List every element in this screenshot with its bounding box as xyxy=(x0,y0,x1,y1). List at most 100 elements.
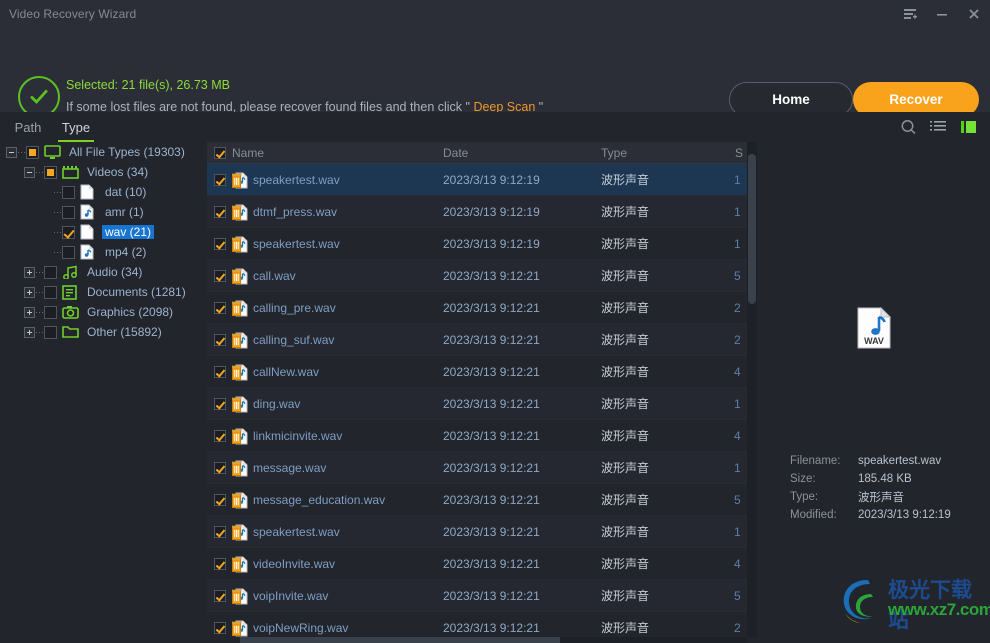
tree-item-label: dat (10) xyxy=(102,185,149,199)
column-header-type[interactable]: Type xyxy=(601,146,627,160)
file-name: dtmf_press.wav xyxy=(253,205,337,219)
file-date: 2023/3/13 9:12:21 xyxy=(443,557,540,571)
file-row-checkbox[interactable] xyxy=(214,270,226,282)
wav-file-icon xyxy=(232,364,248,381)
file-type: 波形声音 xyxy=(601,491,649,508)
file-row-checkbox[interactable] xyxy=(214,622,226,634)
file-row[interactable]: speakertest.wav2023/3/13 9:12:19波形声音1 xyxy=(207,164,757,196)
tree-expander-collapse-icon[interactable] xyxy=(24,167,35,178)
tree-item-label: Documents (1281) xyxy=(84,285,189,299)
tree-item-checkbox[interactable] xyxy=(44,306,57,319)
tree-expander-expand-icon[interactable] xyxy=(24,267,35,278)
tree-item-checkbox[interactable] xyxy=(62,206,75,219)
file-type: 波形声音 xyxy=(601,267,649,284)
tree-item-amr[interactable]: ⋯amr (1) xyxy=(0,202,207,222)
tree-item-other[interactable]: ⋯Other (15892) xyxy=(0,322,207,342)
file-row[interactable]: calling_suf.wav2023/3/13 9:12:21波形声音2 xyxy=(207,324,757,356)
file-date: 2023/3/13 9:12:21 xyxy=(443,301,540,315)
search-icon[interactable] xyxy=(894,114,922,140)
meta-row-filename: Filename: speakertest.wav xyxy=(790,452,951,470)
tab-type[interactable]: Type xyxy=(56,112,96,142)
file-row[interactable]: speakertest.wav2023/3/13 9:12:19波形声音1 xyxy=(207,228,757,260)
file-date: 2023/3/13 9:12:21 xyxy=(443,269,540,283)
file-row-checkbox[interactable] xyxy=(214,494,226,506)
column-header-size[interactable]: S xyxy=(735,146,745,160)
file-row-checkbox[interactable] xyxy=(214,334,226,346)
tree-item-checkbox[interactable] xyxy=(44,326,57,339)
tree-expander-collapse-icon[interactable] xyxy=(6,147,17,158)
tree-expander-expand-icon[interactable] xyxy=(24,287,35,298)
close-icon[interactable] xyxy=(958,0,990,28)
file-row-checkbox[interactable] xyxy=(214,430,226,442)
file-row[interactable]: linkmicinvite.wav2023/3/13 9:12:21波形声音4 xyxy=(207,420,757,452)
file-row-checkbox[interactable] xyxy=(214,462,226,474)
vertical-scrollbar-thumb[interactable] xyxy=(748,154,756,304)
file-row[interactable]: ding.wav2023/3/13 9:12:21波形声音1 xyxy=(207,388,757,420)
tree-item-checkbox[interactable] xyxy=(44,266,57,279)
list-view-icon[interactable] xyxy=(924,114,952,140)
file-row-checkbox[interactable] xyxy=(214,558,226,570)
tree-item-checkbox[interactable] xyxy=(44,166,57,179)
file-row-checkbox[interactable] xyxy=(214,174,226,186)
horizontal-scrollbar-thumb[interactable] xyxy=(240,637,560,643)
tree-item-wav[interactable]: ⋯wav (21) xyxy=(0,222,207,242)
tree-expander-expand-icon[interactable] xyxy=(24,307,35,318)
tree-item-dat[interactable]: ⋯dat (10) xyxy=(0,182,207,202)
tree-item-checkbox[interactable] xyxy=(44,286,57,299)
vertical-scrollbar[interactable] xyxy=(747,142,757,637)
file-row-checkbox[interactable] xyxy=(214,590,226,602)
horizontal-scrollbar[interactable] xyxy=(240,637,747,643)
select-all-checkbox[interactable] xyxy=(214,147,226,159)
tree-connector: ⋯ xyxy=(17,147,26,158)
tree-item-mp4[interactable]: ⋯mp4 (2) xyxy=(0,242,207,262)
file-row[interactable]: calling_pre.wav2023/3/13 9:12:21波形声音2 xyxy=(207,292,757,324)
title-bar: Video Recovery Wizard xyxy=(0,0,990,28)
file-row-checkbox[interactable] xyxy=(214,366,226,378)
tree-expander-expand-icon[interactable] xyxy=(24,327,35,338)
tree-item-checkbox[interactable] xyxy=(26,146,39,159)
tree-item-checkbox[interactable] xyxy=(62,226,75,239)
folder-icon xyxy=(62,325,79,340)
file-row[interactable]: message.wav2023/3/13 9:12:21波形声音1 xyxy=(207,452,757,484)
file-name: calling_pre.wav xyxy=(253,301,336,315)
file-row-checkbox[interactable] xyxy=(214,238,226,250)
file-name: calling_suf.wav xyxy=(253,333,334,347)
music-icon xyxy=(62,265,79,280)
tree-item-graphics[interactable]: ⋯Graphics (2098) xyxy=(0,302,207,322)
file-row[interactable]: voipInvite.wav2023/3/13 9:12:21波形声音5 xyxy=(207,580,757,612)
wav-file-icon xyxy=(232,588,248,605)
tree-item-all[interactable]: ⋯All File Types (19303) xyxy=(0,142,207,162)
file-name: videoInvite.wav xyxy=(253,557,335,571)
tree-connector: ⋯ xyxy=(35,267,44,278)
tree-connector: ⋯ xyxy=(53,247,62,258)
tree-item-audio[interactable]: ⋯Audio (34) xyxy=(0,262,207,282)
file-row[interactable]: dtmf_press.wav2023/3/13 9:12:19波形声音1 xyxy=(207,196,757,228)
file-size: 5 xyxy=(734,589,744,603)
wav-file-icon xyxy=(232,300,248,317)
tree-item-videos[interactable]: ⋯Videos (34) xyxy=(0,162,207,182)
column-header-name[interactable]: Name xyxy=(232,146,264,160)
file-row[interactable]: speakertest.wav2023/3/13 9:12:21波形声音1 xyxy=(207,516,757,548)
tab-path[interactable]: Path xyxy=(8,112,48,142)
file-row[interactable]: callNew.wav2023/3/13 9:12:21波形声音4 xyxy=(207,356,757,388)
tree-item-checkbox[interactable] xyxy=(62,246,75,259)
window-title: Video Recovery Wizard xyxy=(9,7,136,21)
file-name: speakertest.wav xyxy=(253,173,340,187)
file-row[interactable]: call.wav2023/3/13 9:12:21波形声音5 xyxy=(207,260,757,292)
panel-view-icon[interactable] xyxy=(954,114,982,140)
tree-item-checkbox[interactable] xyxy=(62,186,75,199)
file-row-checkbox[interactable] xyxy=(214,206,226,218)
wav-file-icon xyxy=(232,620,248,637)
file-row-checkbox[interactable] xyxy=(214,526,226,538)
view-toolbar xyxy=(894,112,982,142)
tree-item-documents[interactable]: ⋯Documents (1281) xyxy=(0,282,207,302)
file-row[interactable]: message_education.wav2023/3/13 9:12:21波形… xyxy=(207,484,757,516)
file-row-checkbox[interactable] xyxy=(214,398,226,410)
minimize-icon[interactable] xyxy=(926,0,958,28)
window-controls xyxy=(894,0,990,28)
file-row[interactable]: videoInvite.wav2023/3/13 9:12:21波形声音4 xyxy=(207,548,757,580)
column-header-date[interactable]: Date xyxy=(443,146,468,160)
file-size: 4 xyxy=(734,429,744,443)
menu-icon[interactable] xyxy=(894,0,926,28)
file-row-checkbox[interactable] xyxy=(214,302,226,314)
